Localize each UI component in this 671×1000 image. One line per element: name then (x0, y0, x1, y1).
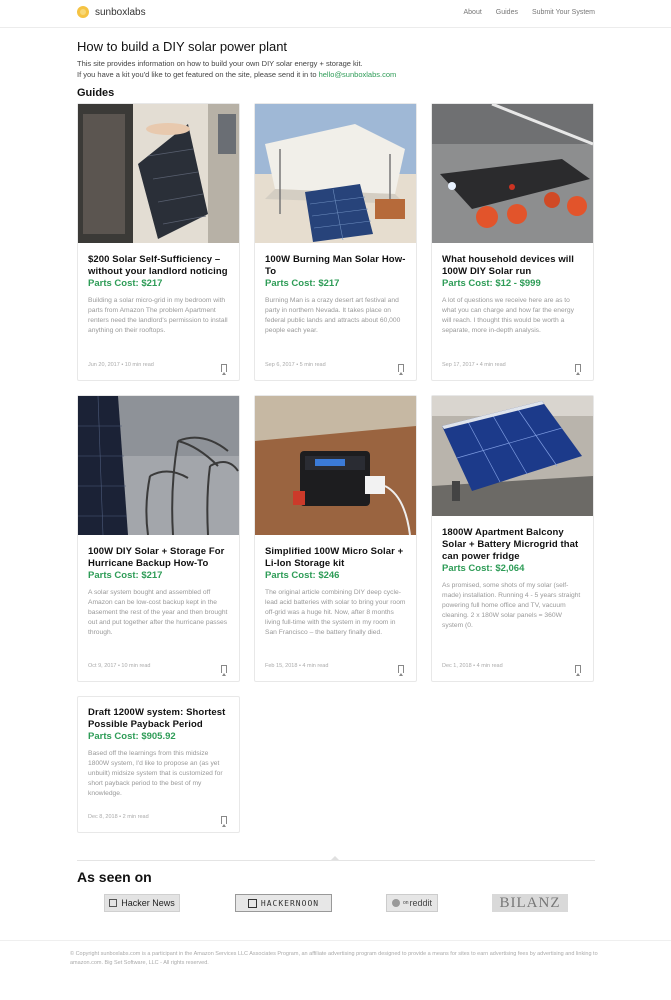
card-title[interactable]: $200 Solar Self-Sufficiency – without yo… (88, 254, 229, 278)
intro-line-1: This site provides information on how to… (77, 59, 363, 68)
bookmark-icon[interactable] (575, 665, 581, 676)
card-parts-cost: Parts Cost: $217 (265, 278, 340, 289)
guide-card-hurricane-backup[interactable]: 100W DIY Solar + Storage For Hurricane B… (77, 395, 240, 682)
main-nav: About Guides Submit Your System (463, 9, 595, 16)
guide-card-micro-solar-li-ion[interactable]: Simplified 100W Micro Solar + Li-Ion Sto… (254, 395, 417, 682)
bookmark-icon[interactable] (398, 665, 404, 676)
contact-email-link[interactable]: hello@sunboxlabs.com (319, 70, 397, 79)
card-meta: Jun 20, 2017 • 10 min read (88, 362, 154, 368)
card-description: Building a solar micro-grid in my bedroo… (88, 297, 228, 334)
press-logo-hackernoon[interactable]: HACKERNOON (235, 894, 332, 912)
intro-text: This site provides information on how to… (77, 58, 396, 80)
sun-logo-icon (77, 6, 89, 18)
guide-card-draft-1200w[interactable]: Draft 1200W system: Shortest Possible Pa… (77, 696, 240, 833)
section-divider (77, 860, 595, 861)
card-meta: Dec 8, 2018 • 2 min read (88, 814, 149, 820)
card-title[interactable]: 1800W Apartment Balcony Solar + Battery … (442, 527, 583, 563)
card-body: 100W Burning Man Solar How-To Parts Cost… (265, 254, 406, 336)
card-body: 1800W Apartment Balcony Solar + Battery … (442, 527, 583, 631)
nav-about-link[interactable]: About (463, 9, 481, 16)
card-meta: Sep 17, 2017 • 4 min read (442, 362, 506, 368)
bookmark-icon[interactable] (575, 364, 581, 375)
card-title[interactable]: Draft 1200W system: Shortest Possible Pa… (88, 707, 229, 731)
brand-link[interactable]: sunboxlabs (77, 6, 146, 18)
guide-image-hurricane[interactable] (78, 396, 239, 535)
divider-notch-icon (331, 856, 339, 860)
press-logo-small-label: on (402, 900, 409, 906)
press-logo-hacker-news[interactable]: Hacker News (104, 894, 180, 912)
press-logo-label: Hacker News (121, 898, 175, 908)
card-title[interactable]: Simplified 100W Micro Solar + Li-Ion Sto… (265, 546, 406, 570)
as-seen-on-heading: As seen on (77, 869, 152, 885)
card-description: Burning Man is a crazy desert art festiv… (265, 297, 401, 334)
press-logo-label: BILANZ (499, 894, 561, 911)
card-body: Draft 1200W system: Shortest Possible Pa… (88, 707, 229, 799)
bookmark-icon[interactable] (221, 816, 227, 827)
card-description: A solar system bought and assembled off … (88, 589, 228, 636)
card-meta: Feb 15, 2018 • 4 min read (265, 663, 329, 669)
card-title[interactable]: 100W Burning Man Solar How-To (265, 254, 406, 278)
nav-submit-system-link[interactable]: Submit Your System (532, 9, 595, 16)
card-description: As promised, some shots of my solar (sel… (442, 582, 581, 629)
guide-image-window-solar[interactable] (78, 104, 239, 243)
press-logo-label: reddit (409, 898, 433, 908)
top-navigation-bar: sunboxlabs About Guides Submit Your Syst… (0, 0, 671, 28)
intro-line-2: If you have a kit you'd like to get feat… (77, 69, 396, 80)
card-body: 100W DIY Solar + Storage For Hurricane B… (88, 546, 229, 638)
card-body: $200 Solar Self-Sufficiency – without yo… (88, 254, 229, 336)
card-meta: Oct 9, 2017 • 10 min read (88, 663, 151, 669)
hacker-news-icon (109, 899, 118, 907)
card-parts-cost: Parts Cost: $12 - $999 (442, 278, 541, 289)
guide-card-burning-man[interactable]: 100W Burning Man Solar How-To Parts Cost… (254, 103, 417, 381)
guide-card-balcony-microgrid[interactable]: 1800W Apartment Balcony Solar + Battery … (431, 395, 594, 682)
nav-guides-link[interactable]: Guides (496, 9, 518, 16)
guide-image-skateboard[interactable] (432, 104, 593, 243)
guide-card-household-devices[interactable]: What household devices will 100W DIY Sol… (431, 103, 594, 381)
press-logo-bilanz[interactable]: BILANZ (492, 894, 568, 912)
card-body: Simplified 100W Micro Solar + Li-Ion Sto… (265, 546, 406, 638)
card-body: What household devices will 100W DIY Sol… (442, 254, 583, 336)
press-logo-reddit[interactable]: on reddit (386, 894, 438, 912)
card-meta: Dec 1, 2018 • 4 min read (442, 663, 503, 669)
card-description: A lot of questions we receive here are a… (442, 297, 574, 334)
footer: © Copyright sunboxlabs.com is a particip… (0, 940, 671, 1000)
card-parts-cost: Parts Cost: $217 (88, 278, 163, 289)
card-parts-cost: Parts Cost: $246 (265, 570, 340, 581)
card-title[interactable]: What household devices will 100W DIY Sol… (442, 254, 583, 278)
guide-image-desert-tent[interactable] (255, 104, 416, 243)
brand-name: sunboxlabs (95, 6, 146, 18)
bookmark-icon[interactable] (221, 364, 227, 375)
guide-image-power-station[interactable] (255, 396, 416, 535)
hackernoon-icon (247, 898, 257, 908)
card-parts-cost: Parts Cost: $217 (88, 570, 163, 581)
guide-card-solar-self-sufficiency[interactable]: $200 Solar Self-Sufficiency – without yo… (77, 103, 240, 381)
card-parts-cost: Parts Cost: $2,064 (442, 563, 525, 574)
intro-line-2-text: If you have a kit you'd like to get feat… (77, 70, 319, 79)
card-description: The original article combining DIY deep … (265, 589, 406, 636)
card-description: Based off the learnings from this midsiz… (88, 750, 223, 797)
card-title[interactable]: 100W DIY Solar + Storage For Hurricane B… (88, 546, 229, 570)
press-logo-label: HACKERNOON (260, 898, 320, 908)
guide-image-balcony-panels[interactable] (432, 396, 593, 516)
bookmark-icon[interactable] (221, 665, 227, 676)
guides-heading: Guides (77, 87, 115, 99)
page-title: How to build a DIY solar power plant (77, 39, 288, 54)
card-meta: Sep 6, 2017 • 5 min read (265, 362, 326, 368)
bookmark-icon[interactable] (398, 364, 404, 375)
card-parts-cost: Parts Cost: $905.92 (88, 731, 176, 742)
reddit-alien-icon (391, 899, 400, 907)
footer-copyright: © Copyright sunboxlabs.com is a particip… (70, 951, 598, 966)
